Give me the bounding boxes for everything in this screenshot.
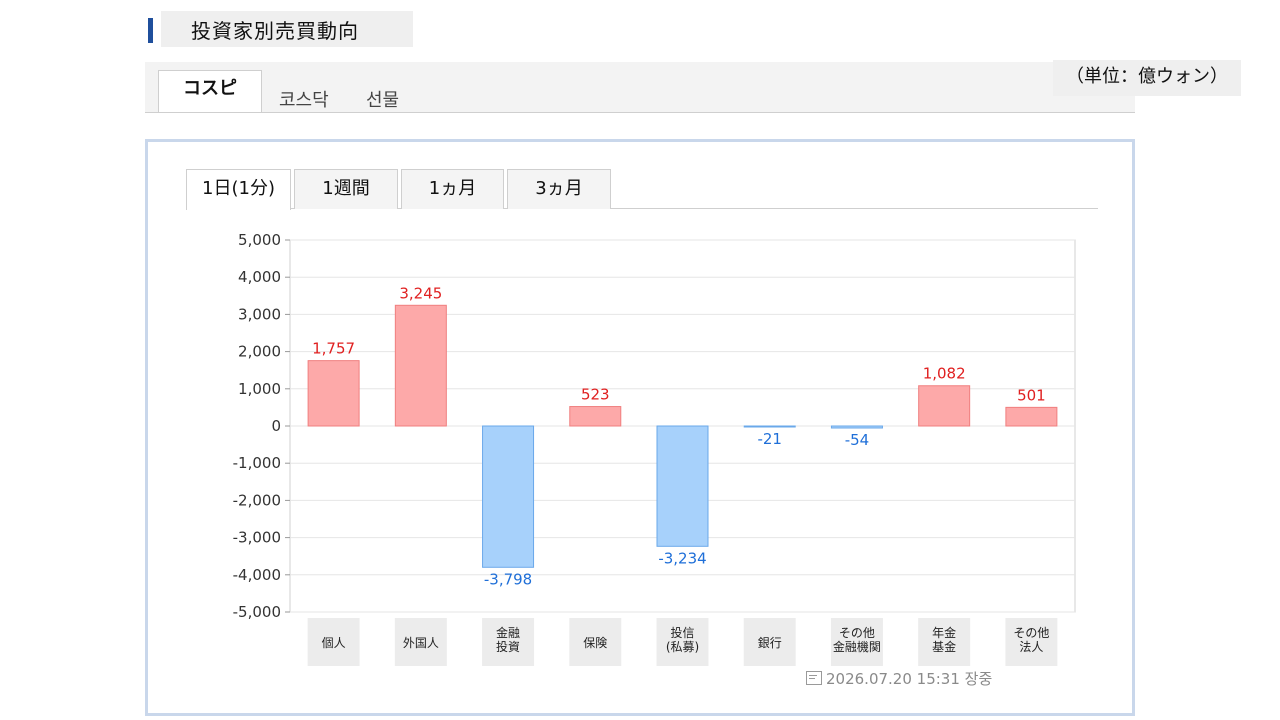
bar (482, 425, 535, 568)
bar (743, 425, 796, 428)
title-accent-bar (148, 18, 153, 43)
data-label: 1,082 (923, 365, 966, 383)
timestamp: 2026.07.20 15:31 장중 (806, 668, 992, 689)
category-label: 外国人 (403, 636, 439, 650)
y-tick-label: -4,000 (233, 566, 281, 584)
category-label: その他 (1013, 626, 1049, 640)
data-label: 3,245 (399, 284, 442, 302)
category-label: 金融 (496, 625, 520, 640)
category-label: 法人 (1019, 640, 1043, 654)
category-label: 年金 (932, 625, 956, 640)
y-tick-label: 4,000 (238, 268, 281, 286)
data-label: -54 (845, 431, 870, 449)
category-label: その他 (839, 626, 875, 640)
market-tab-strip: コスピ 코스닥 선물 (145, 62, 1135, 113)
bar (1005, 406, 1058, 427)
category-label: 個人 (322, 636, 346, 650)
y-tick-label: 5,000 (238, 231, 281, 249)
bar (656, 425, 709, 547)
tab-kosdaq[interactable]: 코스닥 (279, 86, 329, 112)
y-tick-label: 0 (271, 417, 281, 435)
y-tick-label: -3,000 (233, 529, 281, 547)
category-label: 基金 (932, 639, 956, 654)
data-label: 501 (1017, 386, 1046, 404)
category-label: (私募) (666, 640, 699, 654)
bar (569, 406, 622, 427)
page-title: 投資家別売買動向 (191, 19, 359, 43)
bar (918, 385, 971, 427)
y-tick-label: 1,000 (238, 380, 281, 398)
tab-futures[interactable]: 선물 (366, 86, 399, 112)
y-tick-label: -1,000 (233, 454, 281, 472)
tab-kospi[interactable]: コスピ (158, 70, 262, 112)
bar (307, 360, 360, 427)
calendar-clock-icon (806, 671, 822, 685)
y-tick-label: 2,000 (238, 343, 281, 361)
data-label: -3,798 (484, 570, 532, 588)
category-label: 投資 (496, 639, 520, 654)
category-label: 保険 (583, 636, 607, 650)
category-label: 投信 (670, 625, 694, 640)
timestamp-text: 2026.07.20 15:31 장중 (826, 670, 993, 688)
category-label: 銀行 (758, 636, 782, 650)
bar-chart: 5,000 4,000 3,000 2,000 1,000 0 -1,000 -2,000 -3… (233, 231, 1076, 666)
data-label: -21 (757, 430, 782, 448)
y-tick-label: 3,000 (238, 305, 281, 323)
category-label: 金融機関 (833, 639, 881, 654)
data-label: -3,234 (658, 549, 706, 567)
y-tick-label: -5,000 (233, 603, 281, 621)
data-label: 523 (581, 386, 610, 404)
data-label: 1,757 (312, 340, 355, 358)
unit-label: （単位：億ウォン） (1053, 60, 1241, 96)
bar (394, 304, 447, 427)
y-tick-label: -2,000 (233, 491, 281, 509)
bar (830, 425, 883, 429)
chart-panel: 1日(1分) 1週間 1ヵ月 3ヵ月 5,000 4,000 3,000 2,000 1… (145, 139, 1135, 716)
